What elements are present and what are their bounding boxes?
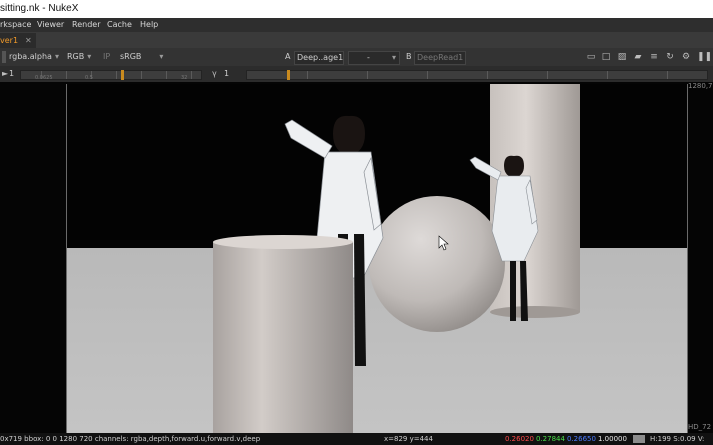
gamma-slider[interactable] — [246, 70, 708, 80]
pixel-r-value: 0.26020 — [505, 435, 534, 443]
gamma-value[interactable]: 1 — [224, 66, 229, 82]
pixel-b-value: 0.26650 — [567, 435, 596, 443]
scene-render — [67, 84, 687, 433]
gamma-slider-thumb[interactable] — [287, 70, 290, 80]
gain-value[interactable]: 1 — [9, 66, 14, 82]
format-name-label: HD_72 — [688, 423, 712, 431]
window-title: sitting.nk - NukeX — [0, 3, 79, 14]
pixel-hsv-value: H:199 S:0.09 V: — [650, 435, 705, 443]
viewer-toolbar: rgba.alpha ▾ RGB ▾ IP sRGB ▾ A Deep..age1 -… — [0, 48, 713, 66]
zebra-icon[interactable]: ▨ — [617, 52, 627, 62]
menu-cache[interactable]: Cache — [107, 18, 132, 32]
ip-button[interactable]: IP — [103, 51, 110, 63]
proxy-icon[interactable]: ▰ — [633, 52, 643, 62]
frame-icon[interactable]: □ — [601, 52, 611, 62]
fstop-icon[interactable]: ► — [2, 66, 8, 82]
wipe-operation-dropdown[interactable]: - ▾ — [348, 51, 400, 65]
tab-viewer1-label: ver1 — [0, 36, 19, 45]
pixel-g-value: 0.27844 — [536, 435, 565, 443]
status-bar: 0x719 bbox: 0 0 1280 720 channels: rgba,… — [0, 433, 713, 445]
gain-gamma-bar: ► 1 0.0625 0.5 32 γ 1 — [0, 66, 713, 83]
tab-viewer1[interactable]: ver1 ✕ — [0, 33, 36, 48]
menu-help[interactable]: Help — [140, 18, 158, 32]
roi-icon[interactable]: ▭ — [586, 52, 596, 62]
pixel-swatch — [633, 435, 645, 443]
window-titlebar: sitting.nk - NukeX — [0, 0, 713, 18]
input-a-label: A — [285, 52, 291, 61]
gain-slider-thumb[interactable] — [121, 70, 124, 80]
sphere — [369, 196, 505, 332]
gamma-label: γ — [212, 69, 217, 78]
gain-slider[interactable]: 0.0625 0.5 32 — [20, 70, 202, 81]
close-icon[interactable]: ✕ — [25, 33, 32, 48]
viewer-canvas[interactable]: 1280,7 HD_72 — [0, 82, 713, 433]
settings-icon[interactable]: ⚙ — [681, 52, 691, 62]
menu-render[interactable]: Render — [72, 18, 100, 32]
pixel-a-value: 1.00000 — [598, 435, 627, 443]
menu-bar: rkspace Viewer Render Cache Help — [0, 18, 713, 32]
lut-dropdown[interactable]: sRGB ▾ — [120, 51, 163, 63]
input-a-dropdown[interactable]: Deep..age1 — [294, 51, 344, 65]
front-cylinder — [213, 242, 353, 433]
list-icon[interactable]: ≡ — [649, 52, 659, 62]
menu-viewer[interactable]: Viewer — [37, 18, 64, 32]
format-corner-label: 1280,7 — [688, 82, 713, 90]
viewer-tab-row: ver1 ✕ — [0, 32, 713, 49]
status-info: 0x719 bbox: 0 0 1280 720 channels: rgba,… — [0, 435, 261, 443]
cursor-coords: x=829 y=444 — [384, 435, 433, 443]
input-b-dropdown[interactable]: DeepRead1 — [414, 51, 466, 65]
input-b-label: B — [406, 52, 412, 61]
refresh-icon[interactable]: ↻ — [665, 52, 675, 62]
rendered-frame[interactable] — [66, 84, 688, 433]
layer-dropdown[interactable]: rgba.alpha ▾ — [2, 51, 59, 63]
display-channels-dropdown[interactable]: RGB ▾ — [67, 51, 91, 63]
menu-workspace[interactable]: rkspace — [0, 18, 31, 32]
pause-icon[interactable]: ❚❚ — [697, 52, 712, 62]
